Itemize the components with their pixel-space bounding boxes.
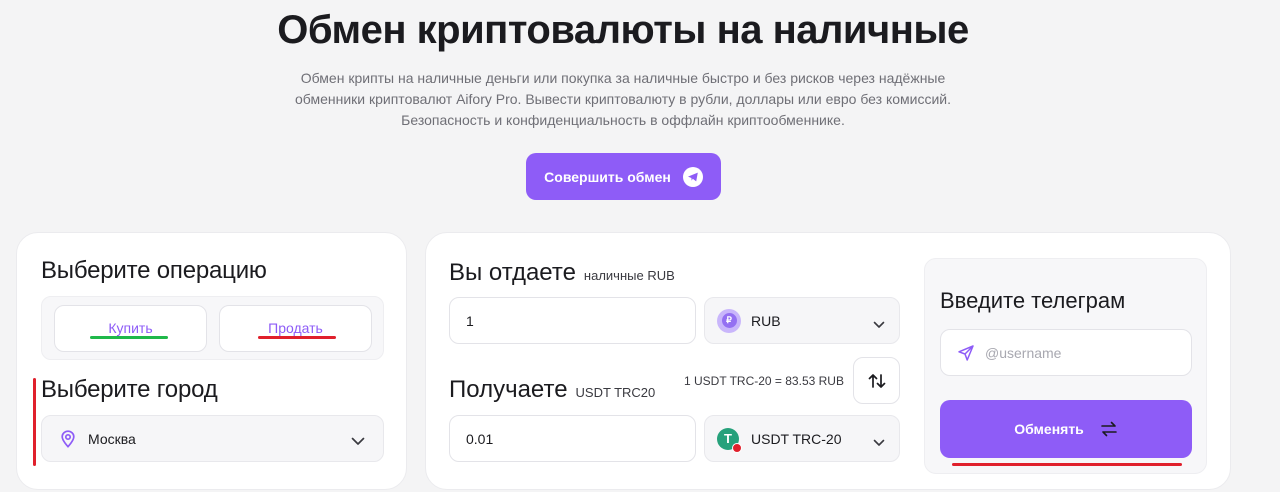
city-side-mark: [33, 378, 36, 466]
operation-toggle: Купить Продать: [41, 296, 384, 360]
description-line: Обмен крипты на наличные деньги или поку…: [300, 70, 946, 86]
city-value: Москва: [88, 430, 136, 447]
submit-underline-mark: [952, 463, 1182, 466]
chevron-down-icon: [873, 434, 885, 452]
telegram-panel: Введите телеграм @username Обменять: [924, 258, 1207, 474]
receive-amount-input[interactable]: 0.01: [449, 415, 696, 462]
make-exchange-button[interactable]: Совершить обмен: [526, 153, 721, 200]
give-header: Вы отдаете наличные RUB: [449, 259, 675, 287]
rub-coin-icon: ₽: [717, 308, 741, 333]
send-icon: [957, 344, 975, 362]
sell-underline-mark: [258, 336, 336, 339]
receive-currency-select[interactable]: T USDT TRC-20: [704, 415, 900, 462]
swap-button[interactable]: [853, 357, 900, 404]
exchange-rate: 1 USDT TRC-20 = 83.53 RUB: [684, 374, 844, 388]
give-amount-input[interactable]: 1: [449, 297, 696, 344]
sell-button[interactable]: Продать: [219, 305, 372, 352]
receive-header: Получаете USDT TRC20: [449, 376, 655, 404]
description-line: обменники криптовалют Aifory Pro. Вывест…: [294, 91, 952, 107]
location-pin-icon: [60, 429, 76, 448]
chevron-down-icon: [873, 316, 885, 334]
chevron-down-icon: [351, 433, 365, 451]
buy-button[interactable]: Купить: [54, 305, 207, 352]
receive-title: Получаете: [449, 376, 568, 403]
page-description: Обмен крипты на наличные деньги или поку…: [270, 68, 976, 131]
city-select[interactable]: Москва: [41, 415, 384, 462]
make-exchange-label: Совершить обмен: [544, 168, 671, 185]
page-title: Обмен криптовалюты на наличные: [277, 8, 969, 52]
exchange-submit-button[interactable]: Обменять: [940, 400, 1192, 458]
description-line: Безопасность и конфиденциальность в оффл…: [401, 112, 845, 128]
exchange-submit-label: Обменять: [1014, 421, 1084, 437]
telegram-placeholder: @username: [985, 344, 1062, 361]
give-subtitle: наличные RUB: [583, 268, 675, 283]
telegram-icon: [682, 166, 703, 187]
usdt-coin-icon: T: [717, 427, 742, 453]
swap-horizontal-icon: [1100, 421, 1118, 437]
give-currency-select[interactable]: ₽ RUB: [704, 297, 900, 344]
buy-underline-mark: [90, 336, 168, 339]
receive-currency-value: USDT TRC-20: [751, 430, 842, 447]
receive-subtitle: USDT TRC20: [575, 385, 656, 400]
swap-vertical-icon: [867, 371, 887, 391]
operation-card: Выберите операцию Купить Продать Выберит…: [16, 232, 407, 490]
exchange-card: Вы отдаете наличные RUB 1 ₽ RUB Получает…: [425, 232, 1231, 490]
operation-title: Выберите операцию: [41, 257, 267, 284]
telegram-input[interactable]: @username: [940, 329, 1192, 376]
city-title: Выберите город: [41, 376, 218, 403]
give-currency-value: RUB: [751, 312, 781, 329]
give-title: Вы отдаете: [449, 259, 576, 286]
tron-badge-icon: [732, 442, 742, 453]
telegram-title: Введите телеграм: [940, 288, 1126, 313]
